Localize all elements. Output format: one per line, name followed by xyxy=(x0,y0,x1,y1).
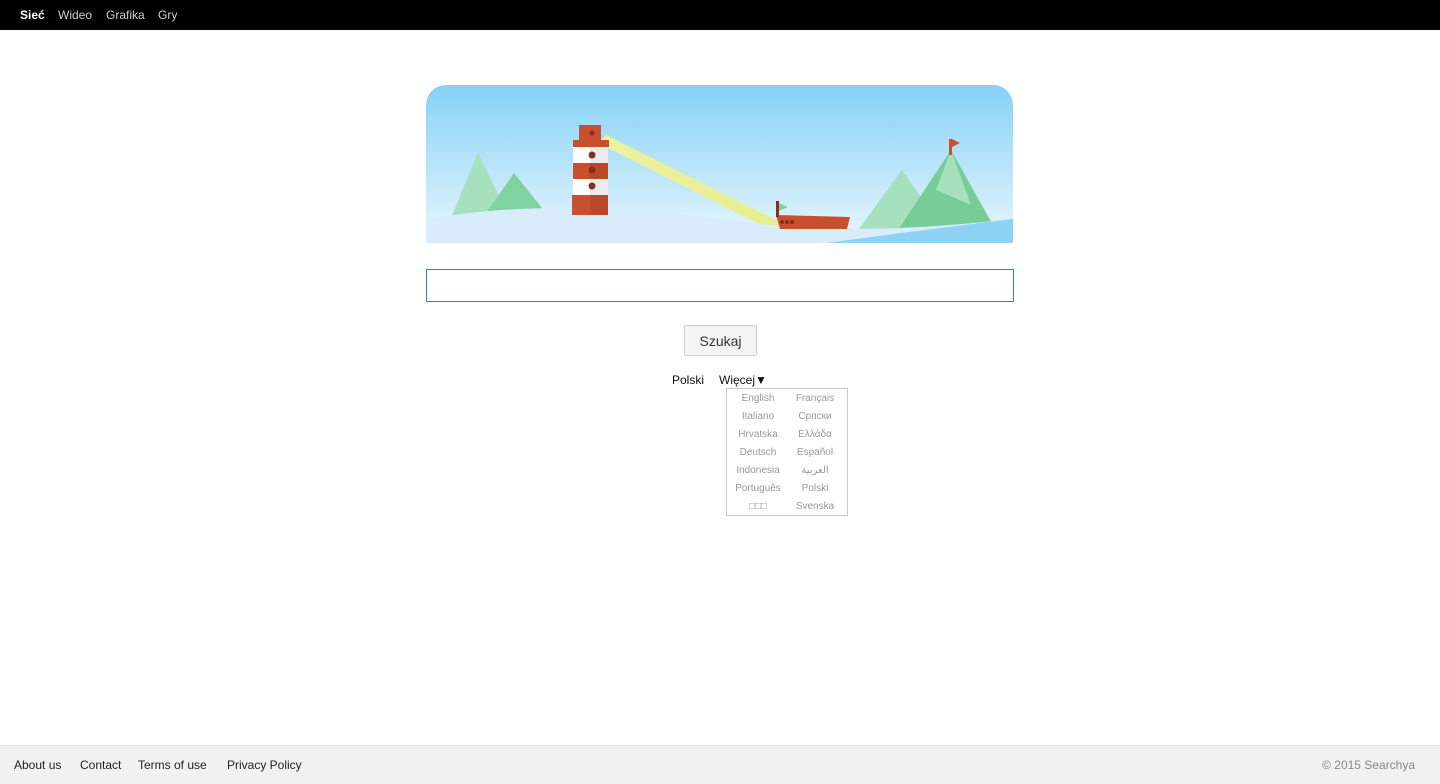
language-option-spanish[interactable]: Español xyxy=(785,447,845,459)
language-option-greek[interactable]: Ελλάδα xyxy=(785,429,845,441)
language-option-german[interactable]: Deutsch xyxy=(728,447,788,459)
current-language-label[interactable]: Polski xyxy=(672,373,704,387)
language-option-portuguese[interactable]: Português xyxy=(728,483,788,495)
language-option-arabic[interactable]: العربية xyxy=(785,465,845,477)
language-option-english[interactable]: English xyxy=(728,393,788,405)
banner-illustration xyxy=(426,85,1013,243)
nav-tab-video[interactable]: Wideo xyxy=(58,8,92,22)
language-option-italian[interactable]: Italiano xyxy=(728,411,788,423)
language-option-indonesian[interactable]: Indonesia xyxy=(728,465,788,477)
nav-tab-images[interactable]: Grafika xyxy=(106,8,145,22)
page-footer: About us Contact Terms of use Privacy Po… xyxy=(0,745,1440,784)
footer-link-about-us[interactable]: About us xyxy=(14,758,61,772)
more-languages-toggle[interactable]: Więcej▼ xyxy=(719,373,767,387)
footer-link-terms-of-use[interactable]: Terms of use xyxy=(138,758,207,772)
copyright-notice: © 2015 Searchya xyxy=(1322,758,1415,772)
language-dropdown-panel: English Français Italiano Српски Hrvatsk… xyxy=(726,388,848,516)
language-option-croatian[interactable]: Hrvatska xyxy=(728,429,788,441)
language-option-unrendered[interactable]: □□□ xyxy=(728,501,788,513)
language-option-polish[interactable]: Polski xyxy=(785,483,845,495)
nav-tab-games[interactable]: Gry xyxy=(158,8,177,22)
footer-link-contact[interactable]: Contact xyxy=(80,758,121,772)
footer-link-privacy-policy[interactable]: Privacy Policy xyxy=(227,758,302,772)
language-option-serbian[interactable]: Српски xyxy=(785,411,845,423)
nav-tab-web[interactable]: Sieć xyxy=(20,8,45,22)
top-navigation-bar: Sieć Wideo Grafika Gry xyxy=(0,0,1440,30)
language-option-french[interactable]: Français xyxy=(785,393,845,405)
search-button[interactable]: Szukaj xyxy=(684,325,757,356)
language-option-swedish[interactable]: Svenska xyxy=(785,501,845,513)
lighthouse-scene-image xyxy=(426,85,1013,243)
search-input[interactable] xyxy=(426,269,1014,302)
